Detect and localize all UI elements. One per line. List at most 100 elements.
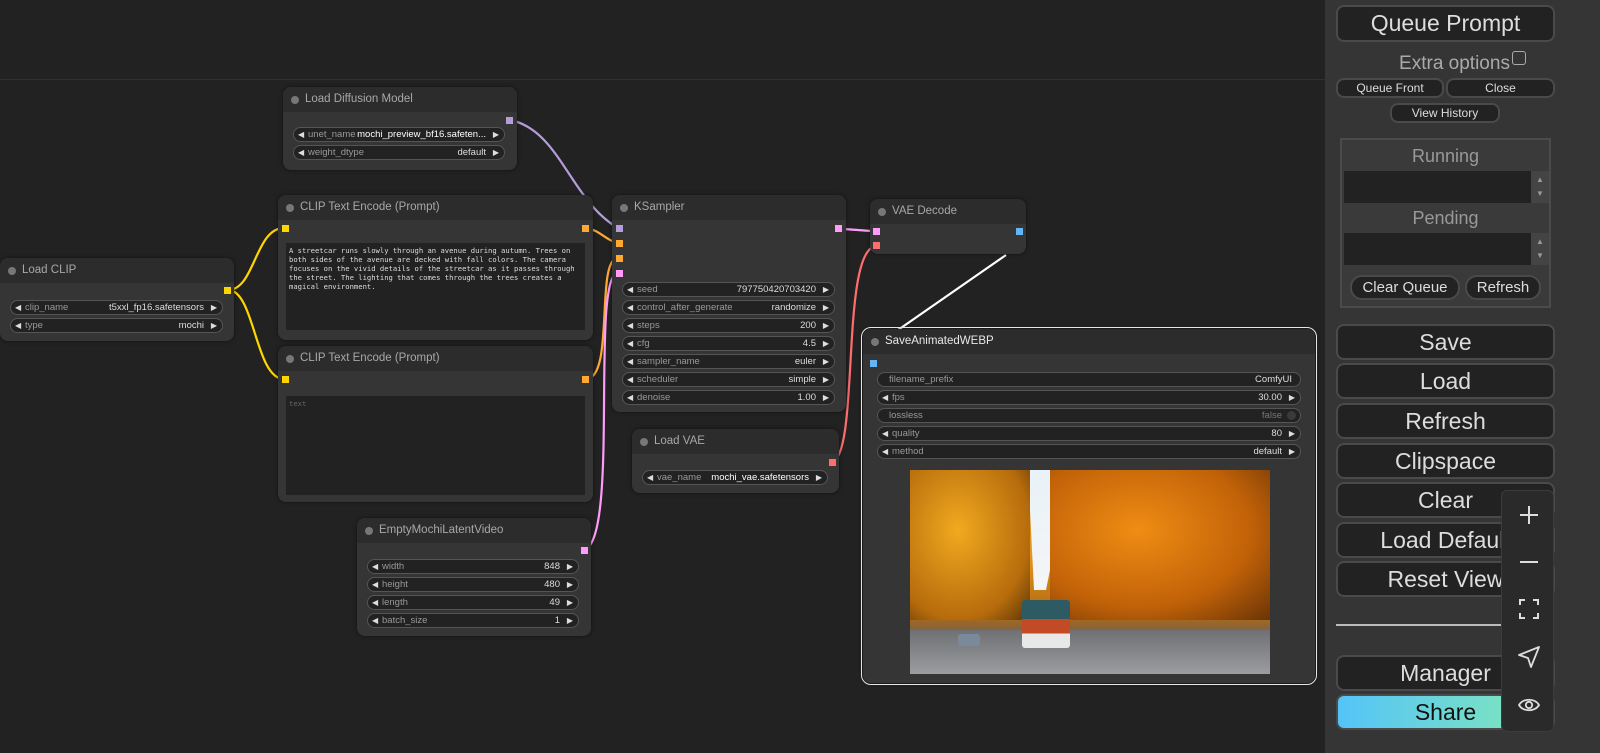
increment-arrow-icon[interactable]: ▶ [211,319,217,332]
increment-arrow-icon[interactable]: ▶ [567,560,573,573]
node-load-vae[interactable]: Load VAE ◀ vae_name mochi_vae.safetensors ▶ [632,429,839,493]
close-button[interactable]: Close [1446,78,1555,98]
queue-prompt-button[interactable]: Queue Prompt [1336,5,1555,42]
node-title[interactable]: Load VAE [632,429,839,454]
node-title[interactable]: CLIP Text Encode (Prompt) [278,346,593,371]
widget-row[interactable]: ◀ batch_size 1 ▶ [367,613,579,628]
fit-view-button[interactable] [1502,589,1555,629]
queue-front-button[interactable]: Queue Front [1336,78,1444,98]
node-empty-mochi-latent-video[interactable]: EmptyMochiLatentVideo ◀ width 848 ▶ ◀ height 4… [357,518,591,636]
increment-arrow-icon[interactable]: ▶ [823,373,829,386]
decrement-arrow-icon[interactable]: ◀ [15,301,21,314]
output-slot-conditioning[interactable] [582,376,589,383]
running-scrollbar[interactable]: ▲ ▼ [1531,171,1549,203]
node-title[interactable]: Load Diffusion Model [283,87,517,112]
clipspace-button[interactable]: Clipspace [1336,443,1555,479]
increment-arrow-icon[interactable]: ▶ [823,283,829,296]
widget-row[interactable]: lossless false [877,408,1301,423]
node-title[interactable]: Load CLIP [0,258,234,283]
node-title[interactable]: CLIP Text Encode (Prompt) [278,195,593,220]
decrement-arrow-icon[interactable]: ◀ [298,146,304,159]
output-slot-latent[interactable] [581,547,588,554]
widget-unet-name[interactable]: ◀ unet_name mochi_preview_bf16.safeten... ▶ [293,127,505,142]
increment-arrow-icon[interactable]: ▶ [567,596,573,609]
output-slot-image[interactable] [1016,228,1023,235]
extra-options[interactable]: Extra options [1325,51,1600,75]
increment-arrow-icon[interactable]: ▶ [1289,391,1295,404]
input-slot-positive[interactable] [616,240,623,247]
collapse-dot-icon[interactable] [620,204,628,212]
widget-row[interactable]: ◀ denoise 1.00 ▶ [622,390,835,405]
zoom-out-button[interactable] [1502,542,1555,582]
collapse-dot-icon[interactable] [8,267,16,275]
input-slot-clip[interactable] [282,225,289,232]
increment-arrow-icon[interactable]: ▶ [823,337,829,350]
collapse-dot-icon[interactable] [286,355,294,363]
node-clip-text-encode-positive[interactable]: CLIP Text Encode (Prompt) A streetcar ru… [278,195,593,340]
refresh-button[interactable]: Refresh [1336,403,1555,439]
toggle-switch-icon[interactable] [1287,411,1296,420]
input-slot-clip[interactable] [282,376,289,383]
scroll-down-icon[interactable]: ▼ [1531,249,1549,263]
decrement-arrow-icon[interactable]: ◀ [647,471,653,484]
increment-arrow-icon[interactable]: ▶ [823,391,829,404]
widget-row[interactable]: ◀ seed 797750420703420 ▶ [622,282,835,297]
decrement-arrow-icon[interactable]: ◀ [627,355,633,368]
save-button[interactable]: Save [1336,324,1555,360]
node-title[interactable]: KSampler [612,195,846,220]
scroll-down-icon[interactable]: ▼ [1531,187,1549,201]
widget-row[interactable]: ◀ length 49 ▶ [367,595,579,610]
input-slot-samples[interactable] [873,228,880,235]
refresh-queue-button[interactable]: Refresh [1465,275,1541,300]
decrement-arrow-icon[interactable]: ◀ [372,596,378,609]
increment-arrow-icon[interactable]: ▶ [823,301,829,314]
running-list[interactable] [1344,171,1531,203]
collapse-dot-icon[interactable] [878,208,886,216]
widget-vae-name[interactable]: ◀ vae_name mochi_vae.safetensors ▶ [642,470,828,485]
widget-row[interactable]: ◀ cfg 4.5 ▶ [622,336,835,351]
output-slot-latent[interactable] [835,225,842,232]
decrement-arrow-icon[interactable]: ◀ [627,283,633,296]
node-title[interactable]: EmptyMochiLatentVideo [357,518,591,543]
node-title[interactable]: SaveAnimatedWEBP [863,329,1315,354]
decrement-arrow-icon[interactable]: ◀ [627,373,633,386]
extra-options-checkbox[interactable] [1511,51,1526,65]
increment-arrow-icon[interactable]: ▶ [567,614,573,627]
view-history-button[interactable]: View History [1390,103,1500,123]
node-load-diffusion-model[interactable]: Load Diffusion Model ◀ unet_name mochi_pre… [283,87,517,170]
input-slot-latent-image[interactable] [616,270,623,277]
locate-button[interactable] [1502,637,1555,677]
decrement-arrow-icon[interactable]: ◀ [627,391,633,404]
collapse-dot-icon[interactable] [365,527,373,535]
node-load-clip[interactable]: Load CLIP ◀ clip_name t5xxl_fp16.safetenso… [0,258,234,341]
input-slot-images[interactable] [870,360,877,367]
scroll-up-icon[interactable]: ▲ [1531,173,1549,187]
decrement-arrow-icon[interactable]: ◀ [627,301,633,314]
input-slot-negative[interactable] [616,255,623,262]
preview-image[interactable] [910,470,1270,674]
increment-arrow-icon[interactable]: ▶ [493,146,499,159]
node-save-animated-webp[interactable]: SaveAnimatedWEBP filename_prefix ComfyUI ◀… [861,327,1317,685]
decrement-arrow-icon[interactable]: ◀ [627,337,633,350]
toggle-links-button[interactable] [1502,685,1555,725]
widget-row[interactable]: ◀ control_after_generate randomize ▶ [622,300,835,315]
load-button[interactable]: Load [1336,363,1555,399]
decrement-arrow-icon[interactable]: ◀ [372,578,378,591]
collapse-dot-icon[interactable] [640,438,648,446]
node-title[interactable]: VAE Decode [870,199,1026,224]
node-ksampler[interactable]: KSampler ◀ seed 797750420703420 ▶ ◀ control_a… [612,195,846,412]
output-slot-clip[interactable] [224,287,231,294]
widget-clip-name[interactable]: ◀ clip_name t5xxl_fp16.safetensors ▶ [10,300,223,315]
collapse-dot-icon[interactable] [291,96,299,104]
increment-arrow-icon[interactable]: ▶ [816,471,822,484]
increment-arrow-icon[interactable]: ▶ [823,319,829,332]
graph-canvas[interactable]: Load Diffusion Model ◀ unet_name mochi_pre… [0,0,1325,753]
decrement-arrow-icon[interactable]: ◀ [372,614,378,627]
input-slot-vae[interactable] [873,242,880,249]
decrement-arrow-icon[interactable]: ◀ [882,391,888,404]
input-slot-model[interactable] [616,225,623,232]
clear-queue-button[interactable]: Clear Queue [1350,275,1460,300]
increment-arrow-icon[interactable]: ▶ [823,355,829,368]
decrement-arrow-icon[interactable]: ◀ [372,560,378,573]
increment-arrow-icon[interactable]: ▶ [1289,445,1295,458]
